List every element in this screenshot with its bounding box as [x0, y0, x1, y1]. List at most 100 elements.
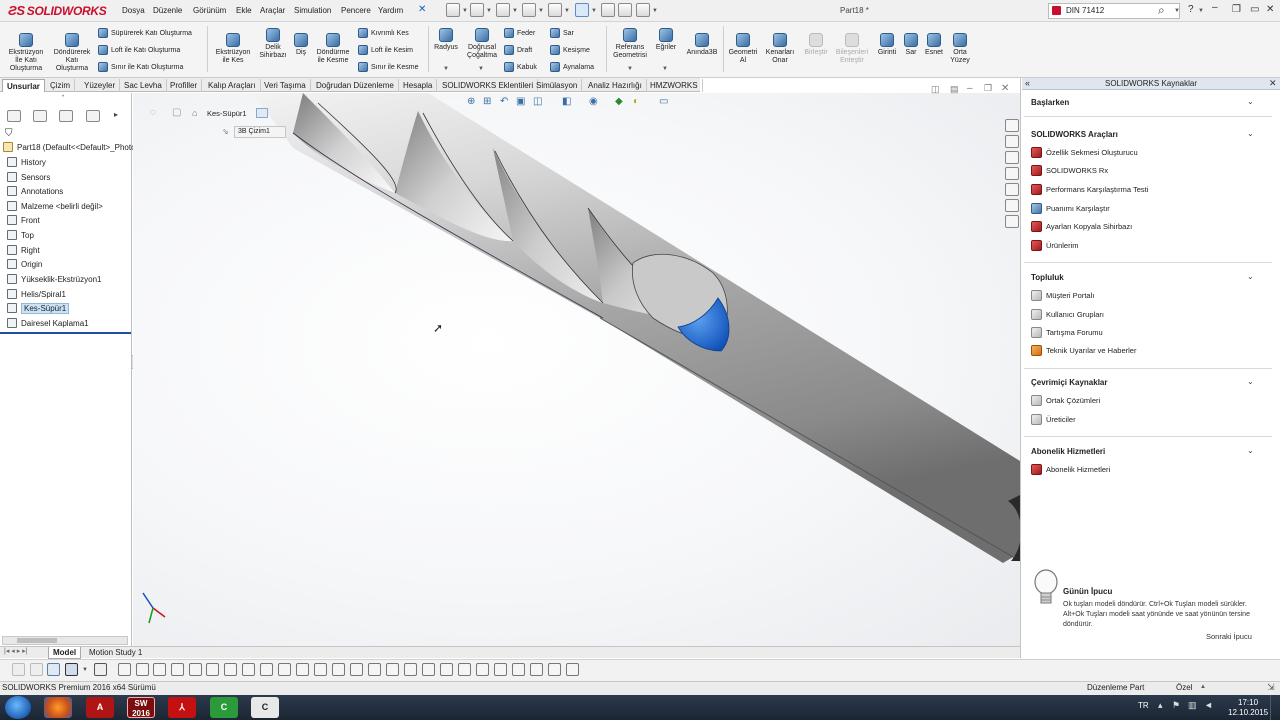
boundary-cut-button[interactable]: Sınır ile Kesme: [358, 62, 418, 72]
search-icon[interactable]: ⌕: [1158, 3, 1165, 18]
horizontal-scrollbar[interactable]: [2, 636, 128, 645]
chevron-down-icon[interactable]: ▼: [564, 8, 570, 14]
tree-item-right-plane[interactable]: Right: [7, 244, 40, 258]
chevron-down-icon[interactable]: ▼: [1174, 8, 1180, 14]
tree-item-front-plane[interactable]: Front: [7, 214, 40, 228]
fillet-button[interactable]: Radyus: [431, 28, 461, 52]
chevron-down-icon[interactable]: ⌄: [1247, 97, 1254, 106]
curves-button[interactable]: Eğriler: [652, 28, 680, 52]
tree-item-helix1[interactable]: Helis/Spiral1: [7, 288, 66, 302]
filter-centerline-icon[interactable]: [314, 663, 327, 676]
undo-icon[interactable]: [548, 3, 562, 17]
panel-grip-icon[interactable]: •: [62, 94, 64, 100]
new-document-icon[interactable]: [446, 3, 460, 17]
viewport-restore-icon[interactable]: ❐: [984, 83, 992, 94]
pin-icon[interactable]: ✕: [418, 4, 426, 15]
filter-vertices-icon[interactable]: [118, 663, 131, 676]
restore-icon[interactable]: ❐: [1232, 4, 1241, 15]
chevron-down-icon[interactable]: ▼: [486, 8, 492, 14]
chevron-down-icon[interactable]: ▼: [627, 66, 633, 72]
app-taskbar-icon[interactable]: C: [251, 697, 279, 718]
tab-model[interactable]: Model: [48, 647, 82, 659]
tab-solidworks-eklentileri[interactable]: SOLIDWORKS Eklentileri: [438, 79, 539, 92]
combine-button[interactable]: Birleştir: [800, 33, 832, 57]
chevron-down-icon[interactable]: ▼: [1198, 8, 1204, 14]
lofted-cut-button[interactable]: Loft ile Kesim: [358, 45, 413, 55]
close-icon[interactable]: ✕: [1266, 4, 1274, 15]
save-icon[interactable]: [496, 3, 510, 17]
view-settings-icon[interactable]: ▭: [659, 96, 668, 107]
dimxpert-tab-icon[interactable]: [86, 110, 100, 122]
filter-dimensions-icon[interactable]: [332, 663, 345, 676]
tray-action-center-icon[interactable]: ⚑: [1172, 700, 1180, 711]
configuration-manager-tab-icon[interactable]: [59, 110, 73, 122]
firefox-taskbar-icon[interactable]: [44, 697, 72, 718]
filter-surface-finish-icon[interactable]: [350, 663, 363, 676]
task-pane-close-icon[interactable]: ✕: [1269, 78, 1277, 89]
filter-midpoints-icon[interactable]: [278, 663, 291, 676]
previous-view-icon[interactable]: ↶: [500, 96, 508, 107]
rollback-bar[interactable]: [0, 332, 131, 334]
tray-arrow-icon[interactable]: ▴: [1158, 700, 1163, 711]
breadcrumb-feature[interactable]: Kes-Süpür1: [207, 109, 247, 118]
view-orientation-icon[interactable]: ◧: [562, 96, 571, 107]
link-partner-solutions[interactable]: Ortak Çözümleri: [1031, 395, 1100, 406]
options-gear-icon[interactable]: [636, 3, 650, 17]
menu-dosya[interactable]: Dosya: [122, 6, 145, 15]
heal-edges-button[interactable]: Kenarları Onar: [762, 33, 798, 65]
link-subscription-services[interactable]: Abonelik Hizmetleri: [1031, 464, 1110, 475]
section-title-online-resources[interactable]: Çevrimiçi Kaynaklar: [1031, 378, 1108, 387]
acrobat-taskbar-icon[interactable]: ⅄: [168, 697, 196, 718]
search-input[interactable]: DIN 71412: [1066, 6, 1104, 15]
boundary-boss-button[interactable]: Sınır ile Katı Oluşturma: [98, 62, 183, 72]
view-cube-icon[interactable]: ▢: [172, 107, 181, 118]
filter-center-marks-icon[interactable]: [296, 663, 309, 676]
extruded-cut-button[interactable]: Ekstrüzyon ile Kes: [212, 33, 254, 65]
tab-hmzworks[interactable]: HMZWORKS: [646, 79, 703, 92]
split-view-icon[interactable]: ◫: [931, 84, 940, 95]
breadcrumb-3d-sketch[interactable]: 3B Çizim1: [234, 126, 286, 138]
breadcrumb-sketch-icon[interactable]: [256, 108, 268, 118]
rib-button[interactable]: Feder: [504, 28, 535, 38]
tab-yuzeyler[interactable]: Yüzeyler: [80, 79, 121, 92]
import-geometry-button[interactable]: Geometri Al: [726, 33, 760, 65]
section-title-tools[interactable]: SOLIDWORKS Araçları: [1031, 130, 1118, 139]
tree-item-extrude1[interactable]: Yükseklik-Ekstrüzyon1: [7, 273, 101, 287]
wrap-feature-button[interactable]: Sar: [900, 33, 922, 57]
previous-view-icon[interactable]: ◌: [150, 107, 156, 118]
menu-gorunum[interactable]: Görünüm: [193, 6, 226, 15]
flex-button[interactable]: Esnet: [922, 33, 946, 57]
resources-tab-icon[interactable]: [1005, 119, 1019, 132]
link-customer-portal[interactable]: Müşteri Portalı: [1031, 290, 1094, 301]
menu-ekle[interactable]: Ekle: [236, 6, 252, 15]
tab-cizim[interactable]: Çizim: [46, 79, 75, 92]
tab-kalip-araclari[interactable]: Kalıp Araçları: [204, 79, 261, 92]
tree-item-material[interactable]: Malzeme <belirli değil>: [7, 200, 103, 214]
join-components-button[interactable]: Bileşenleri Enteştir: [832, 33, 872, 65]
appearances-tab-icon[interactable]: [1005, 183, 1019, 196]
chevron-right-icon[interactable]: ▸: [114, 110, 118, 119]
section-title-subscription[interactable]: Abonelik Hizmetleri: [1031, 447, 1105, 456]
filter-sketch-segments-icon[interactable]: [260, 663, 273, 676]
dynamic-annotation-icon[interactable]: ◫: [533, 96, 542, 107]
viewport-close-icon[interactable]: ✕: [1001, 83, 1009, 94]
section-title-getting-started[interactable]: Başlarken: [1031, 98, 1069, 107]
display-style-icon[interactable]: ◉: [589, 96, 598, 107]
start-button[interactable]: [5, 696, 31, 719]
traffic-light-icon[interactable]: [601, 3, 615, 17]
solidworks-logo[interactable]: ƧS SOLIDWORKS: [8, 3, 107, 18]
chevron-down-icon[interactable]: ▼: [443, 66, 449, 72]
chevron-down-icon[interactable]: ▼: [652, 8, 658, 14]
filter-surface-bodies-icon[interactable]: [171, 663, 184, 676]
appearance-icon[interactable]: ◐: [633, 96, 639, 107]
graphics-area[interactable]: [133, 93, 1020, 646]
filter-axes-icon[interactable]: [206, 663, 219, 676]
zoom-area-icon[interactable]: ⊞: [483, 96, 491, 107]
tab-veri-tasima[interactable]: Veri Taşıma: [260, 79, 311, 92]
tree-item-top-plane[interactable]: Top: [7, 229, 34, 243]
filter-solid-bodies-icon[interactable]: [189, 663, 202, 676]
filter-icon[interactable]: ⛉: [5, 128, 13, 139]
wrap-button[interactable]: Sar: [550, 28, 574, 38]
chevron-down-icon[interactable]: ▼: [591, 8, 597, 14]
next-tip-link[interactable]: Sonraki İpucu: [1206, 632, 1252, 641]
